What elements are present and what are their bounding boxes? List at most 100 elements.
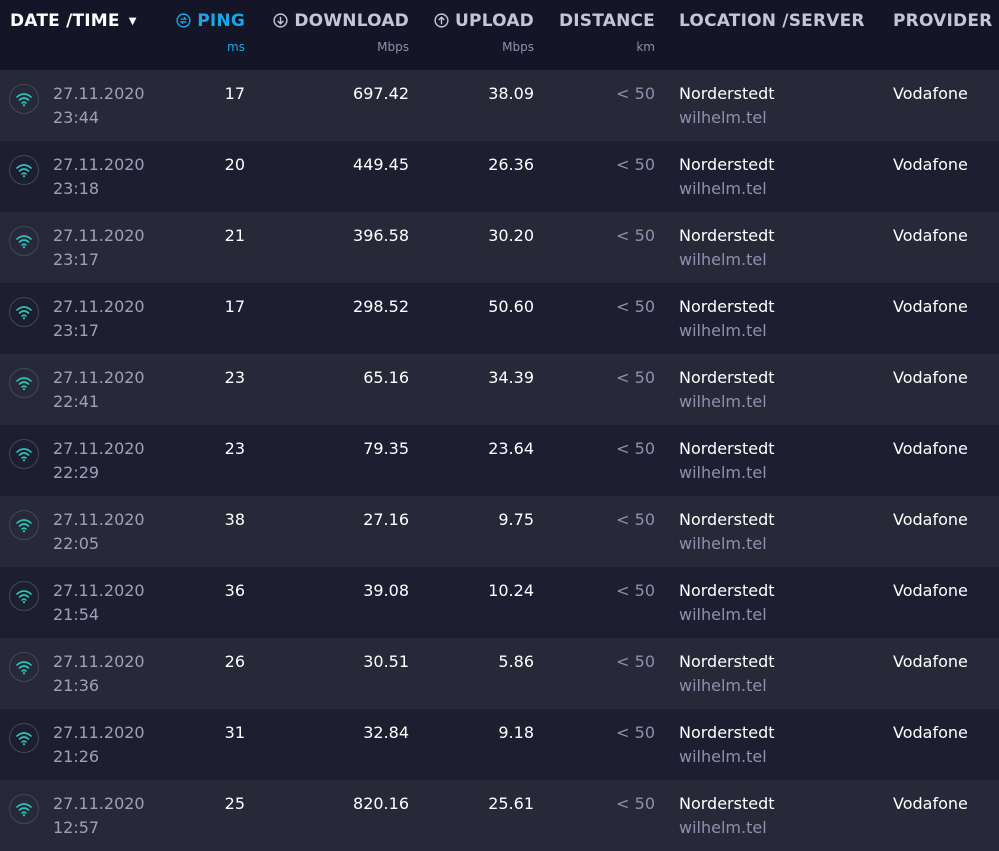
row-location: Norderstedt [679,723,775,742]
download-label: DOWNLOAD [294,11,409,31]
table-row[interactable]: 27.11.2020 22:05 38 27.16 9.75 < 50 Nord… [0,496,999,567]
table-row[interactable]: 27.11.2020 21:54 36 39.08 10.24 < 50 Nor… [0,567,999,638]
sort-provider-header[interactable]: PROVIDER [893,11,992,31]
sort-date-time-header[interactable]: DATE /TIME ▼ [10,11,137,31]
sort-ping-header[interactable]: PING [176,11,245,33]
row-server: wilhelm.tel [679,605,767,624]
row-date: 27.11.2020 [53,155,145,174]
row-download: 298.52 [353,297,409,316]
row-provider: Vodafone [893,84,968,103]
row-download: 449.45 [353,155,409,174]
row-ping: 23 [224,368,245,387]
table-row[interactable]: 27.11.2020 21:36 26 30.51 5.86 < 50 Nord… [0,638,999,709]
row-distance: < 50 [616,84,655,103]
row-time: 12:57 [53,818,100,837]
row-download: 27.16 [363,510,409,529]
row-upload: 50.60 [488,297,534,316]
row-location: Norderstedt [679,510,775,529]
row-distance: < 50 [616,439,655,458]
sort-download-header[interactable]: DOWNLOAD [273,11,409,33]
table-row[interactable]: 27.11.2020 23:44 17 697.42 38.09 < 50 No… [0,70,999,141]
row-ping: 20 [224,155,245,174]
table-row[interactable]: 27.11.2020 23:17 21 396.58 30.20 < 50 No… [0,212,999,283]
row-provider: Vodafone [893,794,968,813]
table-header: DATE /TIME ▼ PING DOWNLOAD UPLOAD DISTAN… [0,0,999,70]
row-date: 27.11.2020 [53,510,145,529]
row-time: 21:26 [53,747,100,766]
row-provider: Vodafone [893,439,968,458]
wifi-icon [9,226,39,256]
upload-arrow-icon [434,13,449,33]
row-ping: 17 [224,84,245,103]
row-time: 22:29 [53,463,100,482]
row-server: wilhelm.tel [679,818,767,837]
wifi-icon [9,155,39,185]
row-distance: < 50 [616,794,655,813]
row-server: wilhelm.tel [679,534,767,553]
row-server: wilhelm.tel [679,108,767,127]
table-row[interactable]: 27.11.2020 12:57 25 820.16 25.61 < 50 No… [0,780,999,851]
row-ping: 26 [224,652,245,671]
ping-label: PING [197,11,245,31]
table-row[interactable]: 27.11.2020 23:18 20 449.45 26.36 < 50 No… [0,141,999,212]
row-distance: < 50 [616,155,655,174]
row-date: 27.11.2020 [53,581,145,600]
download-unit: Mbps [377,40,409,54]
row-download: 32.84 [363,723,409,742]
sort-location-header[interactable]: LOCATION /SERVER [679,11,865,31]
row-time: 23:18 [53,179,100,198]
row-download: 820.16 [353,794,409,813]
row-time: 23:17 [53,321,100,340]
row-ping: 21 [224,226,245,245]
row-upload: 10.24 [488,581,534,600]
table-row[interactable]: 27.11.2020 23:17 17 298.52 50.60 < 50 No… [0,283,999,354]
row-upload: 34.39 [488,368,534,387]
row-date: 27.11.2020 [53,226,145,245]
row-upload: 5.86 [498,652,534,671]
row-time: 23:44 [53,108,100,127]
row-upload: 38.09 [488,84,534,103]
row-time: 21:36 [53,676,100,695]
row-download: 697.42 [353,84,409,103]
row-distance: < 50 [616,510,655,529]
row-upload: 30.20 [488,226,534,245]
row-provider: Vodafone [893,723,968,742]
sort-upload-header[interactable]: UPLOAD [434,11,534,33]
sort-distance-header[interactable]: DISTANCE [559,11,655,31]
row-time: 22:05 [53,534,100,553]
row-provider: Vodafone [893,226,968,245]
results-table: DATE /TIME ▼ PING DOWNLOAD UPLOAD DISTAN… [0,0,999,851]
row-time: 23:17 [53,250,100,269]
row-time: 22:41 [53,392,100,411]
distance-label: DISTANCE [558,11,655,31]
row-date: 27.11.2020 [53,723,145,742]
row-server: wilhelm.tel [679,392,767,411]
row-date: 27.11.2020 [53,297,145,316]
table-row[interactable]: 27.11.2020 22:41 23 65.16 34.39 < 50 Nor… [0,354,999,425]
wifi-icon [9,510,39,540]
row-provider: Vodafone [893,368,968,387]
wifi-icon [9,581,39,611]
upload-unit: Mbps [502,40,534,54]
wifi-icon [9,439,39,469]
results-list: 27.11.2020 23:44 17 697.42 38.09 < 50 No… [0,70,999,851]
row-provider: Vodafone [893,155,968,174]
row-ping: 36 [224,581,245,600]
row-server: wilhelm.tel [679,676,767,695]
wifi-icon [9,723,39,753]
row-time: 21:54 [53,605,100,624]
row-location: Norderstedt [679,368,775,387]
row-date: 27.11.2020 [53,794,145,813]
distance-unit: km [636,40,655,54]
row-download: 396.58 [353,226,409,245]
row-download: 79.35 [363,439,409,458]
table-row[interactable]: 27.11.2020 22:29 23 79.35 23.64 < 50 Nor… [0,425,999,496]
row-location: Norderstedt [679,84,775,103]
row-distance: < 50 [616,226,655,245]
date-time-label: DATE /TIME [10,11,120,31]
row-distance: < 50 [616,723,655,742]
row-ping: 38 [224,510,245,529]
row-location: Norderstedt [679,439,775,458]
wifi-icon [9,84,39,114]
table-row[interactable]: 27.11.2020 21:26 31 32.84 9.18 < 50 Nord… [0,709,999,780]
